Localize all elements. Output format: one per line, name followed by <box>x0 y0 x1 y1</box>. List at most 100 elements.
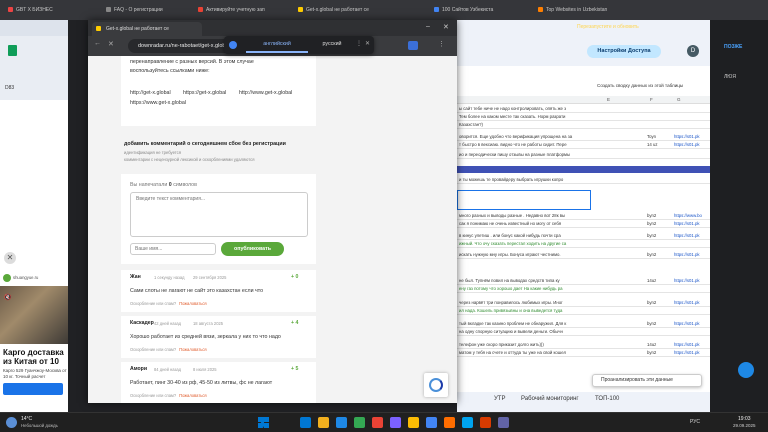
sheet-row[interactable]: на одну спорную ситуацию и вывели деньги… <box>457 328 710 336</box>
translate-menu-icon[interactable]: ⋮ <box>356 40 362 47</box>
background-tab[interactable]: FAQ - О регистрации <box>98 3 188 18</box>
col-header-e[interactable]: E <box>607 97 610 102</box>
taskbar-app-icon[interactable] <box>426 417 437 428</box>
sheets-icon[interactable] <box>8 45 17 56</box>
sheet-row[interactable]: ио и переодически пишу отзывы на разные … <box>457 151 710 159</box>
weather-icon[interactable] <box>6 417 17 428</box>
avatar[interactable]: D <box>687 45 699 57</box>
report-link[interactable]: Пожаловаться <box>179 393 207 398</box>
sheet-row[interactable]: матом у тебя на счете и оттуда ты уже на… <box>457 349 710 357</box>
comment-rating[interactable]: + 4 <box>291 320 298 326</box>
close-icon[interactable]: ✕ <box>4 252 16 264</box>
report-link[interactable]: Пожаловаться <box>179 301 207 306</box>
row-link[interactable]: https://s01.pk <box>674 341 700 348</box>
row-link[interactable]: https://s01.pk <box>674 349 700 356</box>
close-load-icon[interactable]: ✕ <box>108 40 114 48</box>
language-indicator[interactable]: РУС <box>690 419 700 425</box>
recaptcha-badge[interactable] <box>424 373 448 397</box>
sheet-row[interactable]: тый вкладке так казино проблем не обнару… <box>457 320 710 328</box>
taskbar-app-icon[interactable] <box>354 417 365 428</box>
taskbar-app-icon[interactable] <box>390 417 401 428</box>
close-window-icon[interactable]: ✕ <box>443 23 449 31</box>
taskbar-app-icon[interactable] <box>318 417 329 428</box>
sheet-row[interactable]: и ты можешь те провайдеру выбрать игрушк… <box>457 176 710 184</box>
taskbar-app-icon[interactable] <box>444 417 455 428</box>
sheet-row[interactable]: не был. Тупнём повил на выводах средств … <box>457 277 710 285</box>
taskbar-app-icon[interactable] <box>372 417 383 428</box>
sheet-row[interactable]: ену газ потому что хорошо дает На какие … <box>457 285 710 293</box>
row-link[interactable]: https://s01.pk <box>674 277 700 284</box>
sheet-row[interactable]: т быстро в вексиаю. видно что не работы … <box>457 141 710 149</box>
clock-date[interactable]: 29.09.2025 <box>733 423 756 428</box>
sheet-row[interactable]: Тем более на каком месте так сказать. Но… <box>457 113 710 121</box>
mirror-link-1[interactable]: http://get-x.global <box>130 90 171 96</box>
row-link[interactable]: https://s01.pk <box>674 141 700 148</box>
mirror-link-3[interactable]: http://www.get-x.global <box>239 90 292 96</box>
translate-from-english[interactable]: английский <box>246 37 308 53</box>
back-icon[interactable]: ← <box>94 40 101 47</box>
comment-rating[interactable]: + 5 <box>291 366 298 372</box>
report-link[interactable]: Пожаловаться <box>179 347 207 352</box>
ad-cta-button[interactable] <box>3 383 63 395</box>
clock-time[interactable]: 19:03 <box>738 416 751 422</box>
row-link[interactable]: https://s01.pk <box>674 133 700 140</box>
background-tab[interactable]: GBT Х БИЗНЕС <box>0 3 58 18</box>
analyze-panel[interactable]: Проанализировать эти данные <box>592 374 702 387</box>
row-link[interactable]: https://s01.pk <box>674 320 700 327</box>
background-tab[interactable]: Активируйте учетную зап <box>190 3 280 18</box>
selected-cell[interactable] <box>457 190 591 210</box>
taskbar-app-icon[interactable] <box>300 417 311 428</box>
row-link[interactable]: https://s01.pk <box>674 220 700 227</box>
publish-button[interactable]: опубликовать <box>221 242 284 256</box>
comment-rating[interactable]: + 0 <box>291 274 298 280</box>
background-tab[interactable]: Top Websites in Uzbekistan <box>530 3 630 18</box>
sheet-row[interactable]: телефон уже скоро приказит долго жить)))… <box>457 341 710 349</box>
sheet-row[interactable]: Казахстан?) <box>457 121 710 129</box>
right-label-later[interactable]: ПОЗЖЕ <box>724 44 742 50</box>
minimize-icon[interactable]: – <box>426 23 430 30</box>
row-link[interactable]: https://s01.pk <box>674 232 700 239</box>
sheet-tab-2[interactable]: Рабочий мониторинг <box>521 396 579 402</box>
name-input[interactable] <box>130 243 216 255</box>
ad-block[interactable]: ✕ shuangyue.ru 🔇 Карго доставка из Китая… <box>0 250 68 430</box>
taskbar-app-icon[interactable] <box>408 417 419 428</box>
mirror-link-2[interactable]: https://get-x.global <box>183 90 226 96</box>
translate-to-russian[interactable]: русский <box>312 37 352 53</box>
sheet-row[interactable]: ижный. Что очу сказать перестал ходить н… <box>457 240 710 248</box>
spreadsheet[interactable]: Перезапустите и обновить Настройки Досту… <box>457 20 710 412</box>
background-tab[interactable]: 100 Сайтов Узбекиста <box>426 3 526 18</box>
table-hint[interactable]: Создать сводку данных из этой таблицы <box>597 83 683 88</box>
sheet-row[interactable]: ил нада. Кошель привязывны и она выведет… <box>457 307 710 315</box>
comment-textarea[interactable] <box>130 192 308 237</box>
taskbar-app-icon[interactable] <box>462 417 473 428</box>
sheet-tab-1[interactable]: УТР <box>494 396 505 402</box>
background-tab[interactable]: Get-x.global не работает се <box>290 3 380 18</box>
taskbar-app-icon[interactable] <box>498 417 509 428</box>
row-link[interactable]: https://www.bo <box>674 212 702 219</box>
share-button[interactable]: Настройки Доступа <box>587 45 661 58</box>
chat-icon[interactable] <box>738 362 754 378</box>
sheet-row[interactable]: много разных и выводы разные . Недавно в… <box>457 212 710 220</box>
row-link[interactable]: https://s01.pk <box>674 299 700 306</box>
sheet-row[interactable]: искать нужную мну игры. Бонуса играют че… <box>457 251 710 259</box>
translate-close-icon[interactable]: ✕ <box>365 40 370 47</box>
start-icon[interactable] <box>258 417 269 428</box>
ad-title[interactable]: Карго доставка из Китая от 10 кг. Низкие… <box>3 348 69 366</box>
row-link[interactable]: https://s01.pk <box>674 251 700 258</box>
mute-icon[interactable]: 🔇 <box>4 294 11 301</box>
sheet-row[interactable]: оворится. Еще удобно что верификация упр… <box>457 133 710 141</box>
mirror-link-4[interactable]: https://www.get-x.global <box>130 100 186 106</box>
translate-icon[interactable] <box>408 41 418 50</box>
col-header-f[interactable]: F <box>650 97 653 102</box>
sheet-row[interactable]: ы сайт тебе ниче не надо контролировать,… <box>457 105 710 113</box>
taskbar-app-icon[interactable] <box>480 417 491 428</box>
sheet-row[interactable]: сак я понимаю не очень известный но могу… <box>457 220 710 228</box>
restore-notice[interactable]: Перезапустите и обновить <box>577 24 639 30</box>
sheet-tab-3[interactable]: ТОП-100 <box>595 396 619 402</box>
popup-tab[interactable]: Get-x.global не работает се <box>92 22 202 36</box>
sheet-row[interactable]: через нарвёт три понравилось любимых игр… <box>457 299 710 307</box>
sheet-row[interactable]: в кинуc улетиш . или бонус какой нибудь … <box>457 232 710 240</box>
menu-icon[interactable]: ⋮ <box>438 40 445 48</box>
col-header-g[interactable]: G <box>677 97 681 102</box>
taskbar-app-icon[interactable] <box>336 417 347 428</box>
